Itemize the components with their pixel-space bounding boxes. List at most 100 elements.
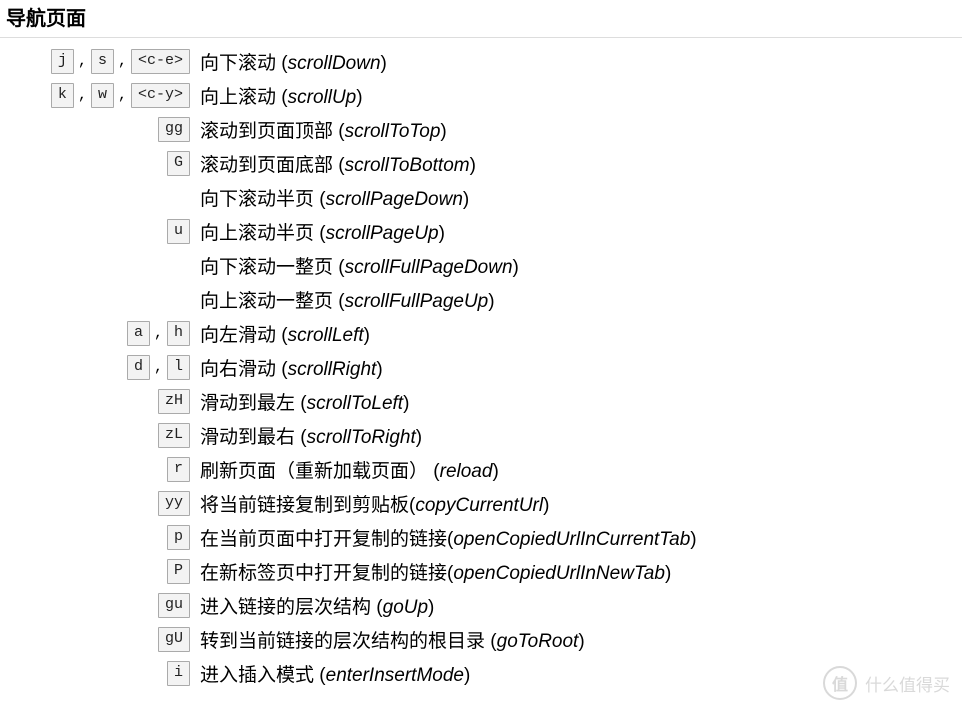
shortcut-command: enterInsertMode xyxy=(326,665,464,686)
shortcut-description: 向上滚动一整页 (scrollFullPageUp) xyxy=(200,286,495,313)
shortcut-row: gu进入链接的层次结构 (goUp) xyxy=(0,588,962,622)
paren-open: ( xyxy=(371,597,383,618)
shortcut-keys: j,s,<c-e> xyxy=(0,49,200,74)
paren-open: ( xyxy=(333,257,345,278)
paren-open: ( xyxy=(276,325,288,346)
paren-open: ( xyxy=(276,53,288,74)
shortcut-description: 滑动到最左 (scrollToLeft) xyxy=(200,388,409,415)
shortcut-label: 向下滚动 xyxy=(200,53,276,74)
paren-close: ) xyxy=(376,359,382,380)
shortcut-label: 在新标签页中打开复制的链接 xyxy=(200,563,447,584)
shortcut-row: 向上滚动一整页 (scrollFullPageUp) xyxy=(0,282,962,316)
shortcut-row: p 在当前页面中打开复制的链接(openCopiedUrlInCurrentTab… xyxy=(0,520,962,554)
shortcut-description: 向左滑动 (scrollLeft) xyxy=(200,320,370,347)
paren-close: ) xyxy=(416,427,422,448)
shortcut-keys: G xyxy=(0,151,200,176)
key-separator: , xyxy=(76,53,89,70)
shortcut-command: scrollFullPageUp xyxy=(345,291,489,312)
keyboard-key: <c-y> xyxy=(131,83,190,108)
keyboard-key: s xyxy=(91,49,114,74)
keyboard-key: d xyxy=(127,355,150,380)
paren-close: ) xyxy=(364,325,370,346)
shortcut-description: 在当前页面中打开复制的链接(openCopiedUrlInCurrentTab) xyxy=(200,524,697,551)
paren-open: ( xyxy=(295,393,307,414)
shortcut-keys: i xyxy=(0,661,200,686)
shortcut-row: G滚动到页面底部 (scrollToBottom) xyxy=(0,146,962,180)
paren-open: ( xyxy=(295,427,307,448)
shortcut-description: 向上滚动 (scrollUp) xyxy=(200,82,363,109)
paren-close: ) xyxy=(403,393,409,414)
shortcut-row: gg滚动到页面顶部 (scrollToTop) xyxy=(0,112,962,146)
shortcut-label: 滑动到最右 xyxy=(200,427,295,448)
shortcut-command: copyCurrentUrl xyxy=(415,495,543,516)
shortcut-description: 向上滚动半页 (scrollPageUp) xyxy=(200,218,445,245)
shortcut-command: scrollToBottom xyxy=(345,155,470,176)
paren-close: ) xyxy=(543,495,549,516)
shortcut-description: 刷新页面（重新加载页面） (reload) xyxy=(200,456,499,483)
key-separator: , xyxy=(116,87,129,104)
shortcut-row: a,h向左滑动 (scrollLeft) xyxy=(0,316,962,350)
shortcut-row: d,l向右滑动 (scrollRight) xyxy=(0,350,962,384)
paren-open: ( xyxy=(276,359,288,380)
shortcut-keys: p xyxy=(0,525,200,550)
shortcut-row: zH 滑动到最左 (scrollToLeft) xyxy=(0,384,962,418)
paren-close: ) xyxy=(470,155,476,176)
shortcut-command: openCopiedUrlInCurrentTab xyxy=(453,529,690,550)
shortcut-keys: u xyxy=(0,219,200,244)
keyboard-key: k xyxy=(51,83,74,108)
paren-close: ) xyxy=(440,121,446,142)
shortcut-keys: gu xyxy=(0,593,200,618)
shortcut-description: 将当前链接复制到剪贴板(copyCurrentUrl) xyxy=(200,490,549,517)
paren-close: ) xyxy=(381,53,387,74)
shortcut-keys: gU xyxy=(0,627,200,652)
shortcut-label: 向下滚动一整页 xyxy=(200,257,333,278)
shortcut-description: 向下滚动半页 (scrollPageDown) xyxy=(200,184,469,211)
shortcut-keys: k,w,<c-y> xyxy=(0,83,200,108)
shortcut-row: u 向上滚动半页 (scrollPageUp) xyxy=(0,214,962,248)
shortcut-description: 向下滚动 (scrollDown) xyxy=(200,48,387,75)
shortcut-command: scrollUp xyxy=(288,87,357,108)
shortcut-row: k,w,<c-y>向上滚动 (scrollUp) xyxy=(0,78,962,112)
shortcut-label: 滚动到页面顶部 xyxy=(200,121,333,142)
shortcut-row: 向下滚动一整页 (scrollFullPageDown) xyxy=(0,248,962,282)
shortcut-label: 向上滚动半页 xyxy=(200,223,314,244)
shortcut-description: 进入插入模式 (enterInsertMode) xyxy=(200,660,470,687)
section-heading: 导航页面 xyxy=(0,0,962,38)
paren-open: ( xyxy=(314,665,326,686)
keyboard-key: i xyxy=(167,661,190,686)
shortcut-command: scrollFullPageDown xyxy=(345,257,513,278)
shortcut-row: zL滑动到最右 (scrollToRight) xyxy=(0,418,962,452)
paren-close: ) xyxy=(665,563,671,584)
paren-close: ) xyxy=(690,529,696,550)
paren-close: ) xyxy=(578,631,584,652)
keyboard-key: p xyxy=(167,525,190,550)
shortcut-keys: P xyxy=(0,559,200,584)
keyboard-key: zH xyxy=(158,389,190,414)
keyboard-key: gu xyxy=(158,593,190,618)
shortcut-row: yy将当前链接复制到剪贴板(copyCurrentUrl) xyxy=(0,486,962,520)
shortcut-label: 进入插入模式 xyxy=(200,665,314,686)
paren-close: ) xyxy=(464,665,470,686)
shortcut-row: 向下滚动半页 (scrollPageDown) xyxy=(0,180,962,214)
shortcut-command: scrollPageUp xyxy=(326,223,439,244)
key-separator: , xyxy=(76,87,89,104)
paren-open: ( xyxy=(333,121,345,142)
shortcut-row: j,s,<c-e>向下滚动 (scrollDown) xyxy=(0,44,962,78)
shortcut-command: scrollToTop xyxy=(345,121,441,142)
shortcut-command: scrollDown xyxy=(288,53,381,74)
paren-close: ) xyxy=(463,189,469,210)
keyboard-key: G xyxy=(167,151,190,176)
keyboard-key: a xyxy=(127,321,150,346)
paren-open: ( xyxy=(333,155,345,176)
shortcut-label: 向上滚动一整页 xyxy=(200,291,333,312)
keyboard-key: <c-e> xyxy=(131,49,190,74)
paren-close: ) xyxy=(492,461,498,482)
paren-open: ( xyxy=(314,223,326,244)
shortcut-keys: r xyxy=(0,457,200,482)
shortcut-command: scrollToRight xyxy=(307,427,416,448)
shortcut-label: 向右滑动 xyxy=(200,359,276,380)
shortcut-label: 在当前页面中打开复制的链接 xyxy=(200,529,447,550)
shortcut-row: r刷新页面（重新加载页面） (reload) xyxy=(0,452,962,486)
shortcut-description: 向下滚动一整页 (scrollFullPageDown) xyxy=(200,252,519,279)
keyboard-key: u xyxy=(167,219,190,244)
